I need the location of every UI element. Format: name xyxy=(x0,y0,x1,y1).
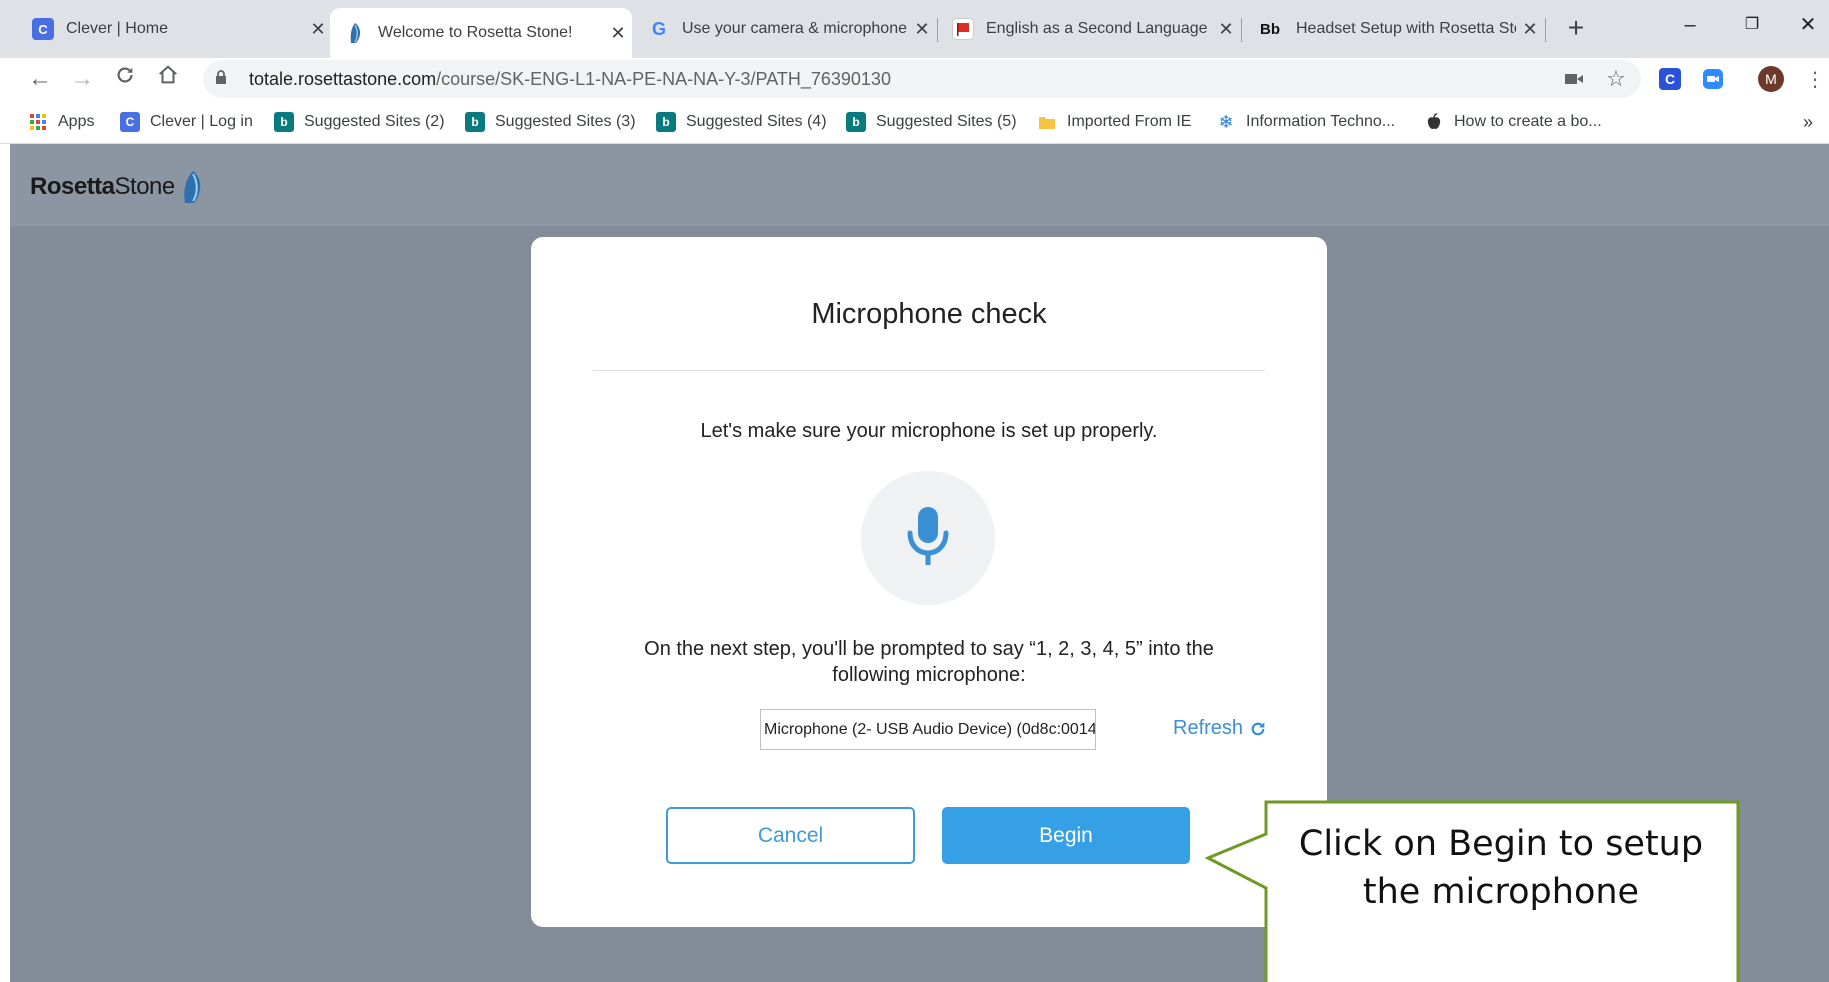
intro-text: Let's make sure your microphone is set u… xyxy=(700,420,1158,442)
bookmark-label: Suggested Sites (5) xyxy=(876,113,1017,130)
tab-rosetta-stone[interactable]: Welcome to Rosetta Stone! ✕ xyxy=(330,8,632,58)
back-button[interactable]: ← xyxy=(23,62,57,96)
window-close-button[interactable]: ✕ xyxy=(1788,10,1828,40)
close-icon[interactable]: ✕ xyxy=(1212,19,1240,40)
url-text: totale.rosettastone.com/course/SK-ENG-L1… xyxy=(249,69,891,90)
forward-button[interactable]: → xyxy=(65,62,99,96)
extension-clever-icon[interactable]: C xyxy=(1655,64,1685,94)
camera-icon[interactable] xyxy=(1559,64,1589,94)
refresh-icon xyxy=(1251,721,1265,735)
bookmark-label: Imported From IE xyxy=(1067,113,1192,130)
url-path: /course/SK-ENG-L1-NA-PE-NA-NA-Y-3/PATH_7… xyxy=(436,68,891,89)
bookmark-label: Suggested Sites (2) xyxy=(304,113,445,130)
rosetta-leaf-icon xyxy=(344,22,366,44)
bookmarks-bar: Apps C Clever | Log in b Suggested Sites… xyxy=(0,100,1829,144)
reload-button[interactable] xyxy=(108,62,142,96)
bookmark-label: Suggested Sites (4) xyxy=(686,113,827,130)
microphone-icon xyxy=(861,471,995,605)
tab-headset-setup[interactable]: Bb Headset Setup with Rosetta Stone ✕ xyxy=(1242,8,1544,50)
clever-icon: C xyxy=(32,18,54,40)
bookmark-imported-ie[interactable]: Imported From IE xyxy=(1037,110,1191,134)
bookmark-label: How to create a bo... xyxy=(1454,113,1602,130)
restore-button[interactable]: ❐ xyxy=(1732,10,1772,40)
callout-text: Click on Begin to setup the microphone xyxy=(1298,824,1704,912)
refresh-label: Refresh xyxy=(1173,717,1244,739)
new-tab-button[interactable]: + xyxy=(1558,10,1594,46)
rosetta-leaf-icon xyxy=(184,171,201,203)
bookmark-suggested-2[interactable]: b Suggested Sites (2) xyxy=(274,110,445,134)
divider xyxy=(593,370,1265,371)
close-icon[interactable]: ✕ xyxy=(304,19,332,40)
bing-icon: b xyxy=(846,112,866,132)
bookmark-label: Apps xyxy=(58,113,95,130)
bookmark-how-to-create[interactable]: How to create a bo... xyxy=(1424,110,1602,134)
begin-button[interactable]: Begin xyxy=(942,807,1190,864)
bookmark-apps[interactable]: Apps xyxy=(28,110,94,134)
bookmark-suggested-3[interactable]: b Suggested Sites (3) xyxy=(465,110,636,134)
bing-icon: b xyxy=(465,112,485,132)
site-header: Rosetta Stone xyxy=(10,144,1829,226)
url-host: totale.rosettastone.com xyxy=(249,68,437,89)
star-icon[interactable]: ☆ xyxy=(1601,64,1631,94)
bookmark-label: Clever | Log in xyxy=(150,113,253,130)
refresh-link[interactable]: Refresh xyxy=(1173,717,1267,740)
bookmarks-overflow-button[interactable]: » xyxy=(1803,110,1813,134)
tab-separator xyxy=(1545,18,1546,42)
close-icon[interactable]: ✕ xyxy=(1516,19,1544,40)
apple-icon xyxy=(1424,112,1444,132)
bing-icon: b xyxy=(656,112,676,132)
clever-icon: C xyxy=(120,112,140,132)
tab-camera-microphone[interactable]: G Use your camera & microphone ✕ xyxy=(634,8,936,50)
bookmark-information-techno[interactable]: ❄ Information Techno... xyxy=(1216,110,1395,134)
address-bar[interactable]: totale.rosettastone.com/course/SK-ENG-L1… xyxy=(203,60,1641,98)
tab-title: Clever | Home xyxy=(66,20,168,37)
home-icon xyxy=(159,65,177,84)
tab-title: English as a Second Language xyxy=(986,20,1208,37)
bookmark-suggested-4[interactable]: b Suggested Sites (4) xyxy=(656,110,827,134)
blackboard-icon: Bb xyxy=(1260,20,1280,38)
menu-icon[interactable]: ⋮ xyxy=(1800,64,1829,94)
reload-icon xyxy=(117,67,133,83)
tab-clever-home[interactable]: C Clever | Home ✕ xyxy=(18,8,332,50)
lock-icon xyxy=(215,69,237,89)
bookmark-label: Suggested Sites (3) xyxy=(495,113,636,130)
dialog-title: Microphone check xyxy=(811,298,1047,330)
prompt-text: On the next step, you'll be prompted to … xyxy=(644,638,1214,686)
minimize-button[interactable]: – xyxy=(1670,10,1710,40)
home-button[interactable] xyxy=(151,62,185,96)
profile-avatar[interactable]: M xyxy=(1756,64,1786,94)
apps-grid-icon xyxy=(28,112,48,132)
rosetta-stone-logo: Rosetta Stone xyxy=(30,170,203,204)
cancel-button[interactable]: Cancel xyxy=(666,807,915,864)
browser-chrome: C Clever | Home ✕ Welcome to Rosetta Sto… xyxy=(0,0,1829,144)
red-flag-icon xyxy=(952,18,974,40)
microphone-check-dialog: Microphone check Let's make sure your mi… xyxy=(531,237,1327,927)
close-icon[interactable]: ✕ xyxy=(908,19,936,40)
folder-icon xyxy=(1037,112,1057,132)
google-icon: G xyxy=(651,18,666,39)
microphone-select[interactable]: Microphone (2- USB Audio Device) (0d8c:0… xyxy=(760,709,1096,750)
bookmark-label: Information Techno... xyxy=(1246,113,1396,130)
tab-title: Use your camera & microphone xyxy=(682,20,907,37)
browser-toolbar: ← → totale.rosettastone.com/course/SK-EN… xyxy=(0,58,1829,100)
tab-title: Welcome to Rosetta Stone! xyxy=(378,24,573,41)
close-icon[interactable]: ✕ xyxy=(604,23,632,44)
tab-esl[interactable]: English as a Second Language ✕ xyxy=(938,8,1240,50)
tab-strip: C Clever | Home ✕ Welcome to Rosetta Sto… xyxy=(0,0,1829,58)
snowflake-icon: ❄ xyxy=(1218,111,1234,132)
extension-zoom-icon[interactable] xyxy=(1698,64,1728,94)
tab-title: Headset Setup with Rosetta Stone xyxy=(1296,20,1516,37)
bookmark-suggested-5[interactable]: b Suggested Sites (5) xyxy=(846,110,1017,134)
bing-icon: b xyxy=(274,112,294,132)
bookmark-clever-login[interactable]: C Clever | Log in xyxy=(120,110,253,134)
